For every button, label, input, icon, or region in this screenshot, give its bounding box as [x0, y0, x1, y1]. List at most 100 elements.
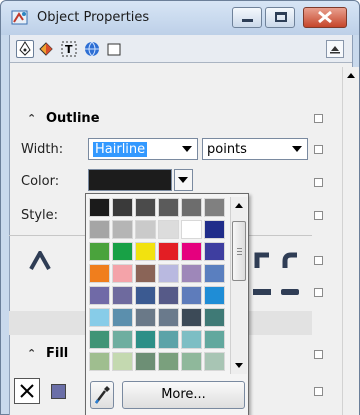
- eyedropper-button[interactable]: [90, 381, 114, 409]
- internet-tab[interactable]: [83, 40, 101, 58]
- color-swatch[interactable]: [89, 286, 110, 305]
- color-swatch[interactable]: [181, 330, 202, 349]
- color-swatch[interactable]: [135, 308, 156, 327]
- fill-options-checkbox[interactable]: [314, 350, 323, 359]
- outline-section-header[interactable]: ⌃ Outline: [12, 109, 332, 131]
- fill-section-header[interactable]: ⌃ Fill: [12, 344, 92, 366]
- caps-options-checkbox[interactable]: [314, 288, 323, 297]
- color-swatch[interactable]: [204, 198, 225, 217]
- color-swatch[interactable]: [89, 330, 110, 349]
- close-button[interactable]: [303, 7, 347, 28]
- color-swatch[interactable]: [135, 264, 156, 283]
- color-picker-button[interactable]: [174, 169, 193, 191]
- outline-tab[interactable]: [16, 40, 34, 58]
- width-options-checkbox[interactable]: [314, 145, 323, 154]
- color-swatch[interactable]: [158, 330, 179, 349]
- text-frame-tab[interactable]: T: [60, 40, 78, 58]
- round-corner-icon[interactable]: [281, 250, 299, 270]
- color-swatch[interactable]: [135, 220, 156, 239]
- transparency-tab[interactable]: [105, 40, 123, 58]
- color-swatch[interactable]: [204, 308, 225, 327]
- collapse-chevron-icon[interactable]: ⌃: [27, 347, 36, 360]
- scroll-up-icon[interactable]: [235, 203, 243, 208]
- color-swatch[interactable]: [158, 264, 179, 283]
- units-dropdown[interactable]: points: [202, 138, 308, 160]
- color-options-checkbox[interactable]: [314, 178, 323, 187]
- corners-options-checkbox[interactable]: [314, 256, 323, 265]
- color-swatch[interactable]: [89, 220, 110, 239]
- color-swatch[interactable]: [181, 242, 202, 261]
- color-swatch[interactable]: [158, 352, 179, 371]
- color-swatch[interactable]: [181, 308, 202, 327]
- color-swatch[interactable]: [204, 352, 225, 371]
- color-swatch[interactable]: [204, 286, 225, 305]
- palette-scrollbar[interactable]: [230, 197, 247, 374]
- more-colors-button[interactable]: More...: [122, 381, 245, 409]
- color-swatch[interactable]: [158, 198, 179, 217]
- color-swatch[interactable]: [158, 220, 179, 239]
- round-cap-icon[interactable]: [281, 287, 299, 297]
- color-swatch[interactable]: [112, 286, 133, 305]
- object-properties-icon: [11, 10, 28, 25]
- docker-scrollbar[interactable]: [342, 67, 359, 415]
- color-swatch[interactable]: [181, 352, 202, 371]
- color-swatch[interactable]: [89, 352, 110, 371]
- fill-color-swatch[interactable]: [51, 384, 66, 399]
- style-options-checkbox[interactable]: [314, 211, 323, 220]
- docker-tab-bar: T: [10, 35, 352, 63]
- color-swatch[interactable]: [135, 330, 156, 349]
- scroll-down-icon[interactable]: [235, 363, 243, 368]
- color-swatch[interactable]: [135, 198, 156, 217]
- color-swatch[interactable]: [181, 264, 202, 283]
- scroll-thumb[interactable]: [232, 221, 246, 281]
- color-swatch[interactable]: [204, 330, 225, 349]
- docker-pin-button[interactable]: [326, 40, 344, 58]
- miter-join-icon[interactable]: [29, 251, 51, 271]
- minimize-button[interactable]: [232, 7, 262, 28]
- close-icon: [318, 10, 332, 24]
- color-swatch[interactable]: [112, 264, 133, 283]
- object-properties-window: Object Properties T ⌃ Outline Width: Hai…: [0, 0, 360, 415]
- outline-color-swatch[interactable]: [88, 169, 172, 191]
- fill-type-options-checkbox[interactable]: [314, 387, 323, 396]
- color-swatch[interactable]: [158, 286, 179, 305]
- fill-tab[interactable]: [37, 40, 55, 58]
- color-swatch[interactable]: [181, 286, 202, 305]
- style-label: Style:: [21, 208, 59, 223]
- color-swatch[interactable]: [135, 352, 156, 371]
- color-swatch[interactable]: [181, 198, 202, 217]
- color-swatch[interactable]: [158, 242, 179, 261]
- color-swatch[interactable]: [89, 198, 110, 217]
- color-swatch[interactable]: [135, 242, 156, 261]
- color-swatch[interactable]: [89, 242, 110, 261]
- width-dropdown[interactable]: Hairline: [88, 138, 198, 160]
- color-label: Color:: [21, 174, 60, 189]
- outline-section-title: Outline: [46, 111, 100, 126]
- color-swatch[interactable]: [204, 220, 225, 239]
- scroll-up-icon[interactable]: [347, 73, 355, 78]
- color-swatch[interactable]: [89, 308, 110, 327]
- color-swatch[interactable]: [112, 330, 133, 349]
- collapse-chevron-icon[interactable]: ⌃: [27, 112, 36, 125]
- color-swatch[interactable]: [89, 264, 110, 283]
- color-swatch[interactable]: [204, 264, 225, 283]
- no-fill-button[interactable]: [14, 378, 40, 404]
- outline-options-checkbox[interactable]: [314, 114, 323, 123]
- color-swatch[interactable]: [112, 242, 133, 261]
- color-swatch[interactable]: [158, 308, 179, 327]
- color-swatch[interactable]: [112, 308, 133, 327]
- maximize-button[interactable]: [265, 7, 295, 28]
- square-corner-icon[interactable]: [253, 250, 271, 270]
- chevron-down-icon: [178, 177, 188, 183]
- butt-cap-icon[interactable]: [253, 287, 271, 297]
- paint-bucket-icon: [39, 42, 53, 56]
- color-swatch[interactable]: [135, 286, 156, 305]
- title-bar[interactable]: Object Properties: [1, 1, 359, 35]
- color-swatch[interactable]: [112, 352, 133, 371]
- grip-icon: [237, 251, 242, 252]
- color-swatch[interactable]: [204, 242, 225, 261]
- color-swatch[interactable]: [112, 198, 133, 217]
- color-swatch[interactable]: [181, 220, 202, 239]
- chevron-down-icon: [292, 146, 302, 152]
- color-swatch[interactable]: [112, 220, 133, 239]
